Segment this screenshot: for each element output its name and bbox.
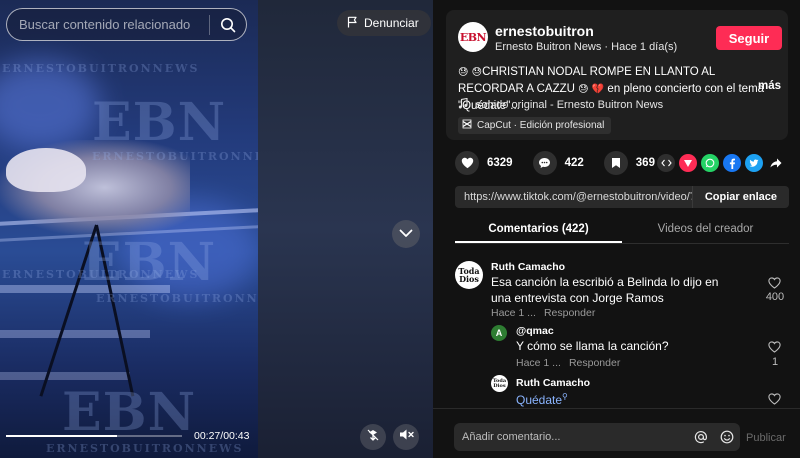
watermark-text: ERNESTOBUITRONNEWS: [92, 150, 258, 163]
capcut-icon: [462, 119, 472, 132]
watermark: EBN: [92, 92, 227, 153]
panel-tabs: Comentarios (422) Videos del creador: [455, 218, 789, 244]
whatsapp-icon[interactable]: [701, 154, 719, 172]
stage-step: [0, 372, 130, 380]
avatar-logo-text: Toda Dios: [492, 377, 507, 389]
comment-author[interactable]: @qmac: [516, 325, 554, 337]
watermark-text: ERNESTOBUITRONNEWS: [2, 62, 200, 75]
share-arrow-icon[interactable]: [767, 154, 785, 172]
time-readout: 00:27/00:43: [194, 430, 250, 442]
report-label: Denunciar: [364, 16, 419, 30]
capcut-badge[interactable]: CapCut · Edición profesional: [458, 117, 612, 134]
report-button[interactable]: Denunciar: [337, 10, 431, 36]
pip-icon: [366, 428, 380, 447]
watermark: EBN: [82, 232, 217, 293]
comment-author[interactable]: Ruth Camacho: [516, 377, 590, 389]
comment-text: Y cómo se llama la canción?: [516, 339, 669, 353]
crying-emoji-icon: 😓: [458, 67, 469, 78]
search-small-icon: ⚲: [562, 392, 568, 401]
reply-avatar[interactable]: Toda Dios: [491, 375, 508, 392]
comment-count: 422: [564, 156, 584, 169]
share-link-row: https://www.tiktok.com/@ernestobuitron/v…: [455, 186, 789, 208]
share-url[interactable]: https://www.tiktok.com/@ernestobuitron/v…: [455, 191, 692, 203]
crying-emoji-icon: 😓: [471, 67, 483, 78]
reply-button[interactable]: Responder: [544, 307, 595, 319]
video-frame[interactable]: EBN EBN EBN ERNESTOBUITRONNEWS ERNESTOBU…: [0, 0, 258, 458]
comment-time: Hace 1 ...: [491, 307, 536, 319]
comment-like-heart-icon[interactable]: [768, 392, 781, 408]
comment-meta: Hace 1 ... Responder: [491, 307, 595, 319]
send-to-friends-icon[interactable]: [679, 154, 697, 172]
broken-heart-icon: 💔: [591, 84, 605, 95]
stage-step: [0, 330, 150, 338]
comment-bubble-icon: [532, 150, 557, 175]
follow-button[interactable]: Seguir: [716, 26, 782, 50]
cowboy-hat: [6, 148, 86, 192]
sound-label: sonido original - Ernesto Buitron News: [476, 99, 664, 111]
song-link[interactable]: Quédate: [516, 393, 562, 407]
comment-avatar[interactable]: Toda Dios: [455, 261, 483, 289]
like-count: 6329: [487, 156, 513, 169]
tab-creator-videos[interactable]: Videos del creador: [622, 218, 789, 243]
watermark: EBN: [62, 382, 197, 443]
facebook-icon[interactable]: [723, 154, 741, 172]
action-bar: 6329 422 369: [455, 150, 675, 175]
progress-fill: [6, 435, 117, 437]
comment-button[interactable]: 422: [532, 150, 584, 175]
save-count: 369: [635, 156, 655, 169]
publish-button[interactable]: Publicar: [746, 432, 786, 444]
crying-emoji-icon: 😓: [578, 84, 589, 95]
watermark-text: ERNESTOBUITRONNEWS: [46, 442, 244, 455]
mute-button[interactable]: [393, 424, 419, 450]
post-info-card: EBN ernestobuitron Ernesto Buitron News …: [446, 10, 788, 140]
copy-link-button[interactable]: Copiar enlace: [691, 186, 789, 208]
bookmark-icon: [603, 150, 628, 175]
tab-comments[interactable]: Comentarios (422): [455, 218, 622, 243]
mention-icon[interactable]: [688, 430, 714, 444]
author-username[interactable]: ernestobuitron: [495, 23, 594, 39]
save-button[interactable]: 369: [603, 150, 655, 175]
flag-icon: [347, 16, 358, 31]
next-video-button[interactable]: [392, 220, 420, 248]
embed-icon[interactable]: [657, 154, 675, 172]
comment-like-count: 1: [771, 356, 779, 368]
reply-button[interactable]: Responder: [569, 357, 620, 369]
search-box[interactable]: [6, 8, 247, 41]
comment-meta: Hace 1 ... Responder: [516, 357, 620, 369]
heart-icon: [455, 150, 479, 175]
details-panel: EBN ernestobuitron Ernesto Buitron News …: [433, 0, 800, 458]
comment-text: Esa canción la escribió a Belinda lo dij…: [491, 275, 719, 305]
video-player[interactable]: EBN EBN EBN ERNESTOBUITRONNEWS ERNESTOBU…: [0, 0, 433, 458]
capcut-label: CapCut · Edición profesional: [477, 120, 605, 131]
music-note-icon: [458, 97, 468, 112]
avatar-letter: A: [495, 328, 503, 338]
search-input[interactable]: [7, 9, 209, 40]
sound-link[interactable]: sonido original - Ernesto Buitron News: [458, 97, 664, 112]
watermark-text: ERNESTOBUITRONNEWS: [96, 292, 258, 305]
comment-text: Quédate⚲: [516, 389, 568, 408]
emoji-icon[interactable]: [714, 430, 740, 444]
author-subtitle: Ernesto Buitron News · Hace 1 día(s): [495, 41, 678, 53]
watermark-text: ERNESTOBUITRONNEWS: [2, 268, 200, 281]
comment-time: Hace 1 ...: [516, 357, 561, 369]
like-button[interactable]: 6329: [455, 150, 513, 175]
comment-input[interactable]: [454, 423, 688, 451]
chevron-down-icon: [399, 225, 413, 243]
comment-input-box[interactable]: [454, 423, 740, 451]
author-avatar[interactable]: EBN: [458, 22, 488, 52]
reply-avatar[interactable]: A: [491, 325, 507, 341]
share-row: [657, 154, 785, 172]
comment-like-count: 400: [765, 291, 785, 303]
twitter-icon[interactable]: [745, 154, 763, 172]
search-icon[interactable]: [210, 9, 246, 40]
floating-player-button[interactable]: [360, 424, 386, 450]
comment-author[interactable]: Ruth Camacho: [491, 261, 565, 273]
progress-bar[interactable]: [6, 435, 182, 437]
volume-muted-icon: [399, 428, 414, 446]
avatar-logo-text: EBN: [459, 30, 487, 44]
avatar-logo-text: Toda Dios: [458, 266, 480, 284]
comment-list[interactable]: Toda Dios Ruth Camacho Esa canción la es…: [433, 254, 800, 408]
more-link[interactable]: más: [758, 80, 781, 92]
comment-composer: Publicar: [433, 408, 800, 458]
